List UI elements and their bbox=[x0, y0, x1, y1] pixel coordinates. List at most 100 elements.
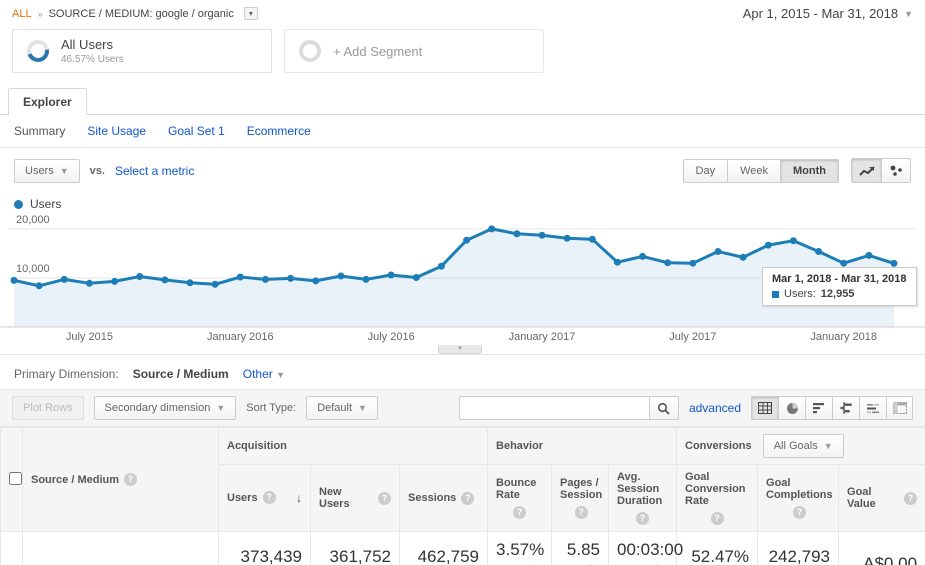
x-axis-labels: July 2015January 2016July 2016January 20… bbox=[0, 329, 925, 345]
all-goals-label: All Goals bbox=[774, 440, 818, 452]
primary-dimension-label: Primary Dimension: bbox=[14, 367, 119, 381]
primary-dimension-other[interactable]: Other ▼ bbox=[243, 367, 285, 381]
chart-collapse-handle[interactable]: ▼ bbox=[438, 345, 482, 354]
granularity-week-button[interactable]: Week bbox=[727, 159, 780, 183]
data-point bbox=[413, 274, 420, 281]
totals-checkbox-cell bbox=[1, 532, 23, 565]
tab-explorer[interactable]: Explorer bbox=[8, 88, 87, 115]
help-icon[interactable]: ? bbox=[378, 492, 391, 505]
x-axis-tick-label: July 2015 bbox=[66, 331, 113, 343]
totals-goal-cr-value: 52.47% bbox=[685, 547, 749, 565]
subnav-summary[interactable]: Summary bbox=[14, 124, 65, 138]
breadcrumb-separator: » bbox=[38, 9, 43, 19]
new-users-header-label: New Users bbox=[319, 486, 373, 510]
column-header-avg-session-duration[interactable]: Avg. Session Duration ? bbox=[609, 465, 677, 532]
date-range-selector[interactable]: Apr 1, 2015 - Mar 31, 2018 ▼ bbox=[743, 6, 913, 21]
x-axis-tick-label: January 2016 bbox=[207, 331, 274, 343]
data-point bbox=[639, 253, 646, 260]
all-goals-dropdown[interactable]: All Goals ▼ bbox=[763, 434, 844, 458]
segment-bar: All Users 46.57% Users + Add Segment bbox=[0, 25, 925, 83]
users-line-chart[interactable]: 10,00020,000 Mar 1, 2018 - Mar 31, 2018 … bbox=[0, 217, 925, 329]
metric-dropdown[interactable]: Users ▼ bbox=[14, 159, 80, 183]
help-icon[interactable]: ? bbox=[461, 492, 474, 505]
conversions-label: Conversions bbox=[685, 440, 752, 452]
subnav-site-usage[interactable]: Site Usage bbox=[87, 124, 146, 138]
sort-descending-icon[interactable]: ↓ bbox=[296, 491, 302, 505]
help-icon[interactable]: ? bbox=[904, 492, 917, 505]
subnav-ecommerce[interactable]: Ecommerce bbox=[247, 124, 311, 138]
segment-all-users[interactable]: All Users 46.57% Users bbox=[12, 29, 272, 73]
avg-session-duration-header-label: Avg. Session Duration bbox=[617, 471, 668, 507]
totals-users-value: 373,439 bbox=[227, 547, 302, 565]
add-segment-button[interactable]: + Add Segment bbox=[284, 29, 544, 73]
breadcrumb-path[interactable]: SOURCE / MEDIUM: google / organic bbox=[49, 8, 234, 20]
data-point bbox=[539, 232, 546, 239]
line-chart-icon[interactable] bbox=[851, 158, 881, 183]
data-point bbox=[865, 252, 872, 259]
tooltip-metric-value: 12,955 bbox=[821, 288, 855, 300]
totals-avg-duration-value: 00:03:00 bbox=[617, 540, 668, 560]
data-point bbox=[740, 254, 747, 261]
chevron-down-icon: ▼ bbox=[904, 9, 913, 19]
data-point bbox=[187, 279, 194, 286]
granularity-day-button[interactable]: Day bbox=[683, 159, 728, 183]
data-point bbox=[111, 278, 118, 285]
percentage-view-icon[interactable] bbox=[778, 396, 805, 420]
help-icon[interactable]: ? bbox=[711, 512, 724, 525]
term-cloud-view-icon[interactable] bbox=[859, 396, 886, 420]
search-icon[interactable] bbox=[649, 396, 679, 420]
column-header-source-medium[interactable]: Source / Medium ? bbox=[23, 428, 219, 532]
segment-detail: 46.57% Users bbox=[61, 54, 124, 65]
subnav-goal-set-1[interactable]: Goal Set 1 bbox=[168, 124, 225, 138]
totals-sessions-value: 462,759 bbox=[408, 547, 479, 565]
sessions-header-label: Sessions bbox=[408, 492, 456, 504]
plot-rows-button[interactable]: Plot Rows bbox=[12, 396, 84, 420]
primary-dimension-source-medium[interactable]: Source / Medium bbox=[133, 367, 229, 381]
data-point bbox=[513, 230, 520, 237]
other-label: Other bbox=[243, 367, 273, 381]
column-header-new-users[interactable]: New Users ? bbox=[311, 465, 400, 532]
search-input[interactable] bbox=[459, 396, 649, 420]
column-header-pages-session[interactable]: Pages / Session ? bbox=[552, 465, 609, 532]
select-all-checkbox[interactable] bbox=[9, 472, 22, 485]
granularity-month-button[interactable]: Month bbox=[780, 159, 839, 183]
help-icon[interactable]: ? bbox=[124, 473, 137, 486]
secondary-dimension-label: Secondary dimension bbox=[105, 402, 211, 414]
column-header-goal-completions[interactable]: Goal Completions ? bbox=[758, 465, 839, 532]
column-header-bounce-rate[interactable]: Bounce Rate ? bbox=[488, 465, 552, 532]
secondary-dimension-dropdown[interactable]: Secondary dimension ▼ bbox=[94, 396, 237, 420]
breadcrumb-dropdown-icon[interactable]: ▾ bbox=[244, 7, 258, 20]
select-a-metric-link[interactable]: Select a metric bbox=[115, 164, 194, 178]
data-point bbox=[689, 260, 696, 267]
help-icon[interactable]: ? bbox=[513, 506, 526, 519]
vs-label: vs. bbox=[90, 165, 105, 177]
sort-type-dropdown[interactable]: Default ▼ bbox=[306, 396, 378, 420]
tooltip-date: Mar 1, 2018 - Mar 31, 2018 bbox=[772, 273, 907, 285]
performance-view-icon[interactable] bbox=[805, 396, 832, 420]
breadcrumb-all[interactable]: ALL bbox=[12, 8, 32, 20]
data-point bbox=[815, 248, 822, 255]
pivot-view-icon[interactable] bbox=[886, 396, 913, 420]
chevron-down-icon: ▼ bbox=[60, 166, 69, 176]
advanced-search-link[interactable]: advanced bbox=[689, 401, 741, 415]
data-point bbox=[86, 280, 93, 287]
goal-conversion-rate-header-label: Goal Conversion Rate bbox=[685, 471, 749, 507]
column-header-sessions[interactable]: Sessions ? bbox=[400, 465, 488, 532]
column-header-goal-conversion-rate[interactable]: Goal Conversion Rate ? bbox=[677, 465, 758, 532]
data-view-icon[interactable] bbox=[751, 396, 778, 420]
column-header-goal-value[interactable]: Goal Value ? bbox=[839, 465, 925, 532]
users-legend-label: Users bbox=[30, 197, 61, 211]
help-icon[interactable]: ? bbox=[575, 506, 588, 519]
data-point bbox=[136, 273, 143, 280]
column-header-users[interactable]: Users ? ↓ bbox=[219, 465, 311, 532]
motion-chart-icon[interactable] bbox=[881, 158, 911, 183]
data-point bbox=[488, 225, 495, 232]
comparison-view-icon[interactable] bbox=[832, 396, 859, 420]
help-icon[interactable]: ? bbox=[636, 512, 649, 525]
help-icon[interactable]: ? bbox=[263, 491, 276, 504]
table-view-toggle bbox=[751, 396, 913, 420]
help-icon[interactable]: ? bbox=[793, 506, 806, 519]
data-point bbox=[287, 275, 294, 282]
data-point bbox=[262, 276, 269, 283]
chart-collapse-bar: ▼ bbox=[0, 345, 925, 355]
